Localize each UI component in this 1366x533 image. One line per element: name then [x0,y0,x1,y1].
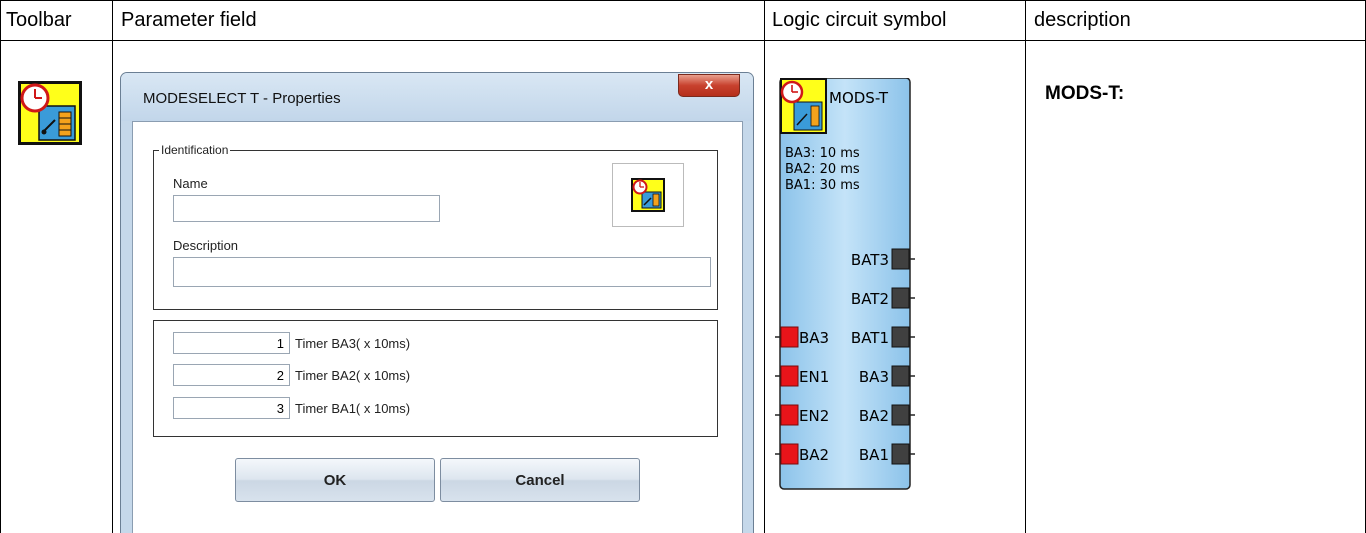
cancel-button[interactable]: Cancel [440,458,640,502]
input-pin-label: EN1 [799,368,829,386]
symbol-icon [780,78,827,134]
input-pin-label: BA3 [799,329,829,347]
symbol-param-ba1: BA1: 30 ms [785,178,860,193]
close-button[interactable]: x [678,74,740,97]
header-description: description [1034,9,1131,31]
header-row-divider [0,40,1366,41]
timer-ba3-label: Timer BA3( x 10ms) [295,336,411,351]
output-pin-ba2[interactable] [891,404,910,426]
column-divider-3 [1025,0,1026,533]
input-pin-en2[interactable] [780,404,799,426]
logic-circuit-symbol: MODS-T BA3: 10 ms BA2: 20 ms BA1: 30 ms … [775,77,917,490]
timer-ba1-field[interactable] [173,397,290,419]
output-pin-label: BAT1 [851,329,889,347]
output-pin-bat3[interactable] [891,248,910,270]
dialog-titlebar[interactable]: MODESELECT T - Properties x [121,73,753,121]
output-pin-ba1[interactable] [891,443,910,465]
header-toolbar: Toolbar [6,9,72,31]
symbol-title: MODS-T [829,89,889,107]
description-heading: MODS-T: [1045,83,1125,104]
timer-ba3-field[interactable] [173,332,290,354]
timer-ba1-label: Timer BA1( x 10ms) [295,401,411,416]
output-pin-label: BAT3 [851,251,889,269]
output-pin-label: BA3 [859,368,889,386]
symbol-param-ba3: BA3: 10 ms [785,146,860,161]
name-label: Name [173,176,208,191]
input-pin-label: BA2 [799,446,829,464]
description-label: Description [173,238,239,253]
symbol-body [779,77,911,490]
column-divider-left [0,0,1,533]
header-parameter-field: Parameter field [121,9,257,31]
timer-ba2-field[interactable] [173,364,290,386]
output-pin-label: BA2 [859,407,889,425]
ok-button[interactable]: OK [235,458,435,502]
output-pin-ba3[interactable] [891,365,910,387]
timer-ba2-label: Timer BA2( x 10ms) [295,368,411,383]
symbol-preview [612,163,684,227]
output-pin-bat1[interactable] [891,326,910,348]
header-logic-symbol: Logic circuit symbol [772,9,947,31]
modeselect-timer-preview-icon [631,178,665,212]
table-border-top [0,0,1366,1]
identification-legend: Identification [159,143,231,157]
output-pin-bat2[interactable] [891,287,910,309]
output-pin-label: BA1 [859,446,889,464]
properties-dialog: MODESELECT T - Properties x Identificati… [120,72,754,533]
modeselect-timer-tool-icon[interactable] [17,80,83,146]
column-divider-2 [764,0,765,533]
output-pin-label: BAT2 [851,290,889,308]
input-pin-ba2[interactable] [780,443,799,465]
name-field[interactable] [173,195,440,222]
dialog-title: MODESELECT T - Properties [143,90,341,107]
symbol-param-ba2: BA2: 20 ms [785,162,860,177]
input-pin-ba3[interactable] [780,326,799,348]
column-divider-1 [112,0,113,533]
input-pin-label: EN2 [799,407,829,425]
logic-symbol-graphic: MODS-T BA3: 10 ms BA2: 20 ms BA1: 30 ms … [775,77,917,490]
input-pin-en1[interactable] [780,365,799,387]
description-field[interactable] [173,257,711,287]
